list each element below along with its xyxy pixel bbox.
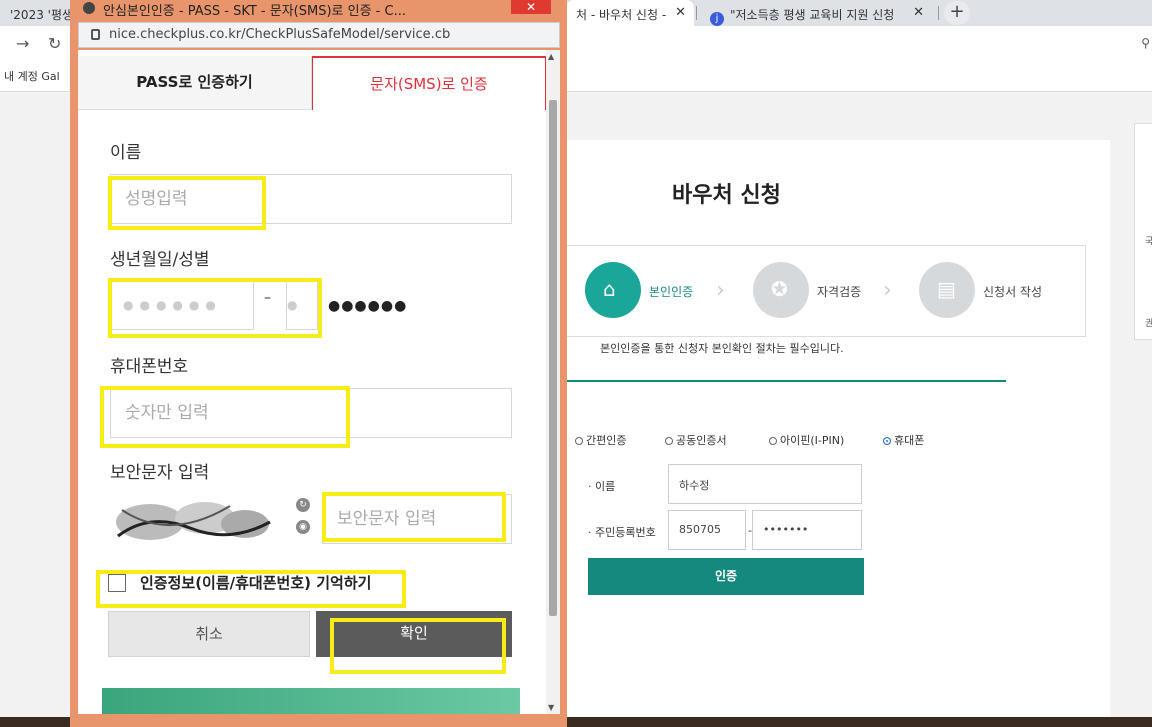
popup-url[interactable]: nice.checkplus.co.kr/CheckPlusSafeModel/… [109, 27, 450, 42]
notice-text: 본인인증을 통한 신청자 본인확인 절차는 필수입니다. [600, 342, 844, 355]
radio-label: 아이핀(I-PIN) [780, 434, 845, 447]
radio-simple[interactable]: 간편인증 [575, 432, 626, 448]
birth-label: 생년월일/성별 [110, 250, 210, 270]
side-text: 권 [1145, 319, 1152, 329]
chevron-right-icon: › [716, 278, 725, 303]
page-title: 바우처 신청 [672, 183, 781, 208]
popup-scrollbar[interactable]: ▲ ▼ [546, 50, 560, 714]
side-panel: 국 권 [1134, 123, 1152, 340]
scroll-down-icon[interactable]: ▼ [548, 703, 554, 712]
magnifier-icon[interactable]: ⚲ [1141, 36, 1150, 50]
highlight-box [330, 618, 506, 674]
close-icon[interactable]: ✕ [675, 5, 686, 20]
highlight-box [322, 492, 506, 542]
captcha-label: 보안문자 입력 [110, 463, 210, 483]
chevron-right-icon: › [883, 278, 892, 303]
name-label: 이름 [110, 143, 142, 163]
popup-address-bar: nice.checkplus.co.kr/CheckPlusSafeModel/… [78, 22, 560, 48]
captcha-image [116, 502, 271, 540]
tab-2023[interactable]: '2023 '평생 [0, 0, 80, 26]
forward-icon[interactable]: → [16, 34, 29, 53]
rrn-label: 주민등록번호 [595, 526, 656, 539]
close-icon[interactable]: ✕ [913, 5, 924, 20]
name-row-label: · 이름 [588, 480, 616, 493]
radio-circle[interactable] [665, 437, 673, 445]
tab-divider [696, 6, 697, 20]
tab-label: '2023 '평생 [10, 8, 74, 22]
highlight-box [100, 386, 350, 448]
highlight-box [96, 570, 406, 608]
step-label: 본인인증 [649, 285, 694, 299]
radio-circle[interactable] [769, 437, 777, 445]
highlight-box [108, 278, 322, 338]
radio-label: 공동인증서 [676, 434, 727, 447]
favicon-icon: j [710, 12, 724, 26]
radio-cert[interactable]: 공동인증서 [665, 432, 727, 448]
promo-banner[interactable] [102, 688, 520, 714]
lock-icon [91, 29, 100, 40]
radio-phone[interactable]: 휴대폰 [883, 432, 924, 448]
rrn-back-field[interactable]: ••••••• [752, 510, 862, 550]
radio-circle[interactable] [575, 437, 583, 445]
badge-icon: ✪ [753, 262, 809, 318]
highlight-box [108, 176, 266, 230]
side-text: 국 [1145, 237, 1152, 247]
identity-icon: ⌂ [585, 262, 641, 318]
radio-label: 휴대폰 [894, 434, 925, 447]
auth-popup-window: 안심본인인증 - PASS - SKT - 문자(SMS)로 인증 - C...… [70, 0, 567, 727]
globe-icon [83, 2, 95, 14]
rrn-row-label: · 주민등록번호 [588, 526, 656, 539]
scroll-thumb[interactable] [549, 100, 557, 616]
masked-digits: ●●●●●● [328, 298, 408, 314]
new-tab-button[interactable]: + [944, 1, 970, 25]
radio-ipin[interactable]: 아이핀(I-PIN) [769, 432, 844, 448]
audio-icon[interactable]: ◉ [296, 520, 310, 534]
tab-sms[interactable]: 문자(SMS)로 인증 [312, 56, 546, 110]
tab-voucher[interactable]: 처 - 바우처 신청 - ✕ [566, 0, 694, 26]
radio-circle-selected[interactable] [883, 437, 891, 445]
cancel-button[interactable]: 취소 [108, 611, 310, 657]
step-indicator: ⌂ 본인인증 › ✪ 자격검증 › ▤ 신청서 작성 [560, 245, 1086, 337]
popup-titlebar: 안심본인인증 - PASS - SKT - 문자(SMS)로 인증 - C...… [70, 0, 567, 20]
popup-title: 안심본인인증 - PASS - SKT - 문자(SMS)로 인증 - C... [103, 4, 406, 19]
scroll-up-icon[interactable]: ▲ [548, 52, 554, 61]
tab-low-income[interactable]: j "저소득층 평생 교육비 지원 신청 ✕ [700, 0, 932, 26]
tab-label: "저소득층 평생 교육비 지원 신청 [730, 8, 895, 22]
step-label: 자격검증 [817, 285, 862, 299]
reload-icon[interactable]: ↻ [48, 34, 61, 53]
close-icon[interactable]: ✕ [511, 0, 551, 14]
name-value-field[interactable]: 하수정 [668, 464, 862, 504]
document-icon: ▤ [919, 262, 975, 318]
tab-divider [938, 6, 939, 20]
radio-label: 간편인증 [586, 434, 627, 447]
step-label: 신청서 작성 [983, 285, 1043, 299]
auth-tabs: PASS로 인증하기 문자(SMS)로 인증 [78, 56, 546, 110]
refresh-icon[interactable]: ↻ [296, 498, 310, 512]
auth-button[interactable]: 인증 [588, 558, 864, 595]
tab-pass[interactable]: PASS로 인증하기 [78, 56, 312, 110]
phone-label: 휴대폰번호 [110, 357, 189, 377]
name-label: 이름 [595, 480, 616, 493]
popup-body: PASS로 인증하기 문자(SMS)로 인증 이름 성명입력 생년월일/성별 ●… [78, 50, 560, 714]
tab-label: 처 - 바우처 신청 - [576, 8, 667, 22]
rrn-front-field[interactable]: 850705 [668, 510, 746, 550]
bookmark-item[interactable]: 내 계정 Gal [4, 68, 60, 84]
